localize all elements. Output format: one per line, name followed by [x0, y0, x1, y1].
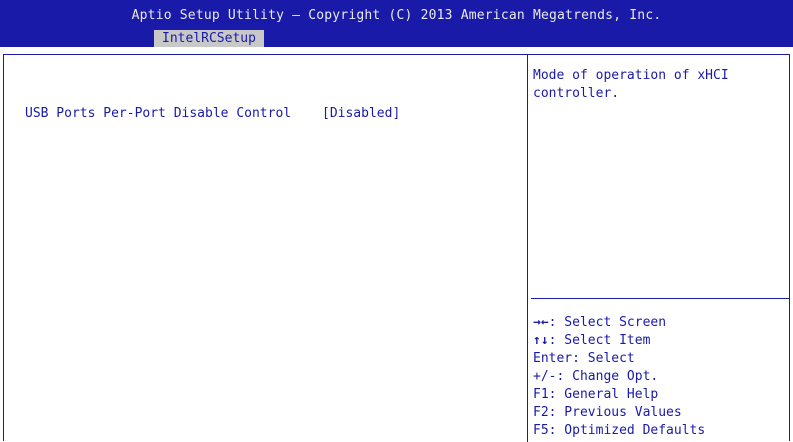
setting-label: xHCI Mode — [25, 88, 96, 103]
key-hint-optimized-defaults: F5: Optimized Defaults — [533, 423, 706, 438]
tab-intelrcsetup[interactable]: IntelRCSetup — [154, 30, 264, 47]
key-hint-select-screen: →←: Select Screen — [533, 314, 788, 332]
window-title: Aptio Setup Utility – Copyright (C) 2013… — [131, 8, 662, 23]
horizontal-divider — [531, 298, 789, 299]
setting-value[interactable]: [Disabled] — [322, 105, 400, 123]
help-description: Mode of operation of xHCI controller. — [533, 68, 729, 101]
arrows-up-down-icon: ↑↓ — [533, 333, 549, 348]
setting-row-usb-port-disable[interactable]: USB Ports Per-Port Disable Control [Disa… — [25, 105, 400, 123]
key-hint-text: : Select Screen — [548, 315, 667, 330]
setting-value[interactable]: [Auto] — [322, 87, 369, 105]
setting-row-xhci-mode[interactable]: xHCI Mode [Auto] — [25, 87, 369, 105]
setting-label: USB Ports Per-Port Disable Control — [25, 106, 292, 121]
key-hint-text: : Select Item — [548, 333, 651, 348]
header-bar: Aptio Setup Utility – Copyright (C) 2013… — [0, 0, 793, 47]
vertical-divider — [527, 55, 528, 442]
key-hint-change-opt: +/-: Change Opt. — [533, 369, 659, 384]
arrows-left-right-icon: →← — [533, 315, 549, 330]
key-hint-enter: Enter: Select — [533, 351, 635, 366]
key-hint-general-help: F1: General Help — [533, 387, 659, 402]
key-hint-previous-values: F2: Previous Values — [533, 405, 682, 420]
key-legend: →←: Select Screen ↑↓: Select Item Enter:… — [533, 314, 788, 440]
key-hint-select-item: ↑↓: Select Item — [533, 332, 788, 350]
main-panel: xHCI Mode [Auto] USB Ports Per-Port Disa… — [3, 54, 790, 442]
